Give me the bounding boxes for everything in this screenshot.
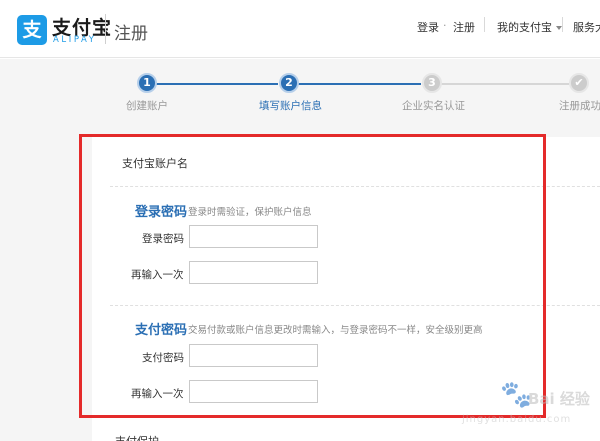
logo-glyph: 支 (22, 19, 42, 41)
baidu-watermark: 🐾 Bai 经验 jingyan.baidu.com (458, 380, 598, 438)
login-link[interactable]: 登录 (417, 19, 439, 35)
step-4-label: 注册成功 (559, 100, 600, 112)
watermark-text: Bai 经验 (528, 390, 590, 408)
annotation-highlight-box (79, 134, 546, 418)
step-3-label: 企业实名认证 (402, 100, 465, 112)
step-1-circle: 1 (137, 73, 157, 93)
nav-divider (484, 17, 485, 32)
next-section-label: 支付保护 (115, 433, 159, 441)
step-1-label: 创建账户 (126, 100, 168, 112)
step-connector-done (156, 83, 278, 85)
step-connector-done (298, 83, 421, 85)
watermark-url: jingyan.baidu.com (462, 414, 572, 425)
brand-name-en: ALIPAY (53, 35, 97, 45)
step-2-circle: 2 (279, 73, 299, 93)
page-title: 注册 (114, 24, 148, 44)
logo-divider (105, 14, 106, 44)
my-alipay-label: 我的支付宝 (497, 21, 552, 34)
step-3-circle: 3 (422, 73, 442, 93)
checkmark-icon: ✔ (569, 73, 589, 93)
step-2-label: 填写账户信息 (259, 100, 322, 112)
site-header: 支 支付宝 ALIPAY 注册 登录 · 注册 我的支付宝 服务大厅 (0, 0, 600, 58)
nav-divider (562, 17, 563, 32)
alipay-logo-icon[interactable]: 支 (17, 15, 47, 45)
register-link[interactable]: 注册 (453, 19, 475, 35)
service-hall-link[interactable]: 服务大厅 (573, 19, 600, 35)
step-connector-todo (441, 83, 569, 85)
my-alipay-menu[interactable]: 我的支付宝 (497, 19, 562, 35)
nav-dot: · (443, 19, 447, 32)
